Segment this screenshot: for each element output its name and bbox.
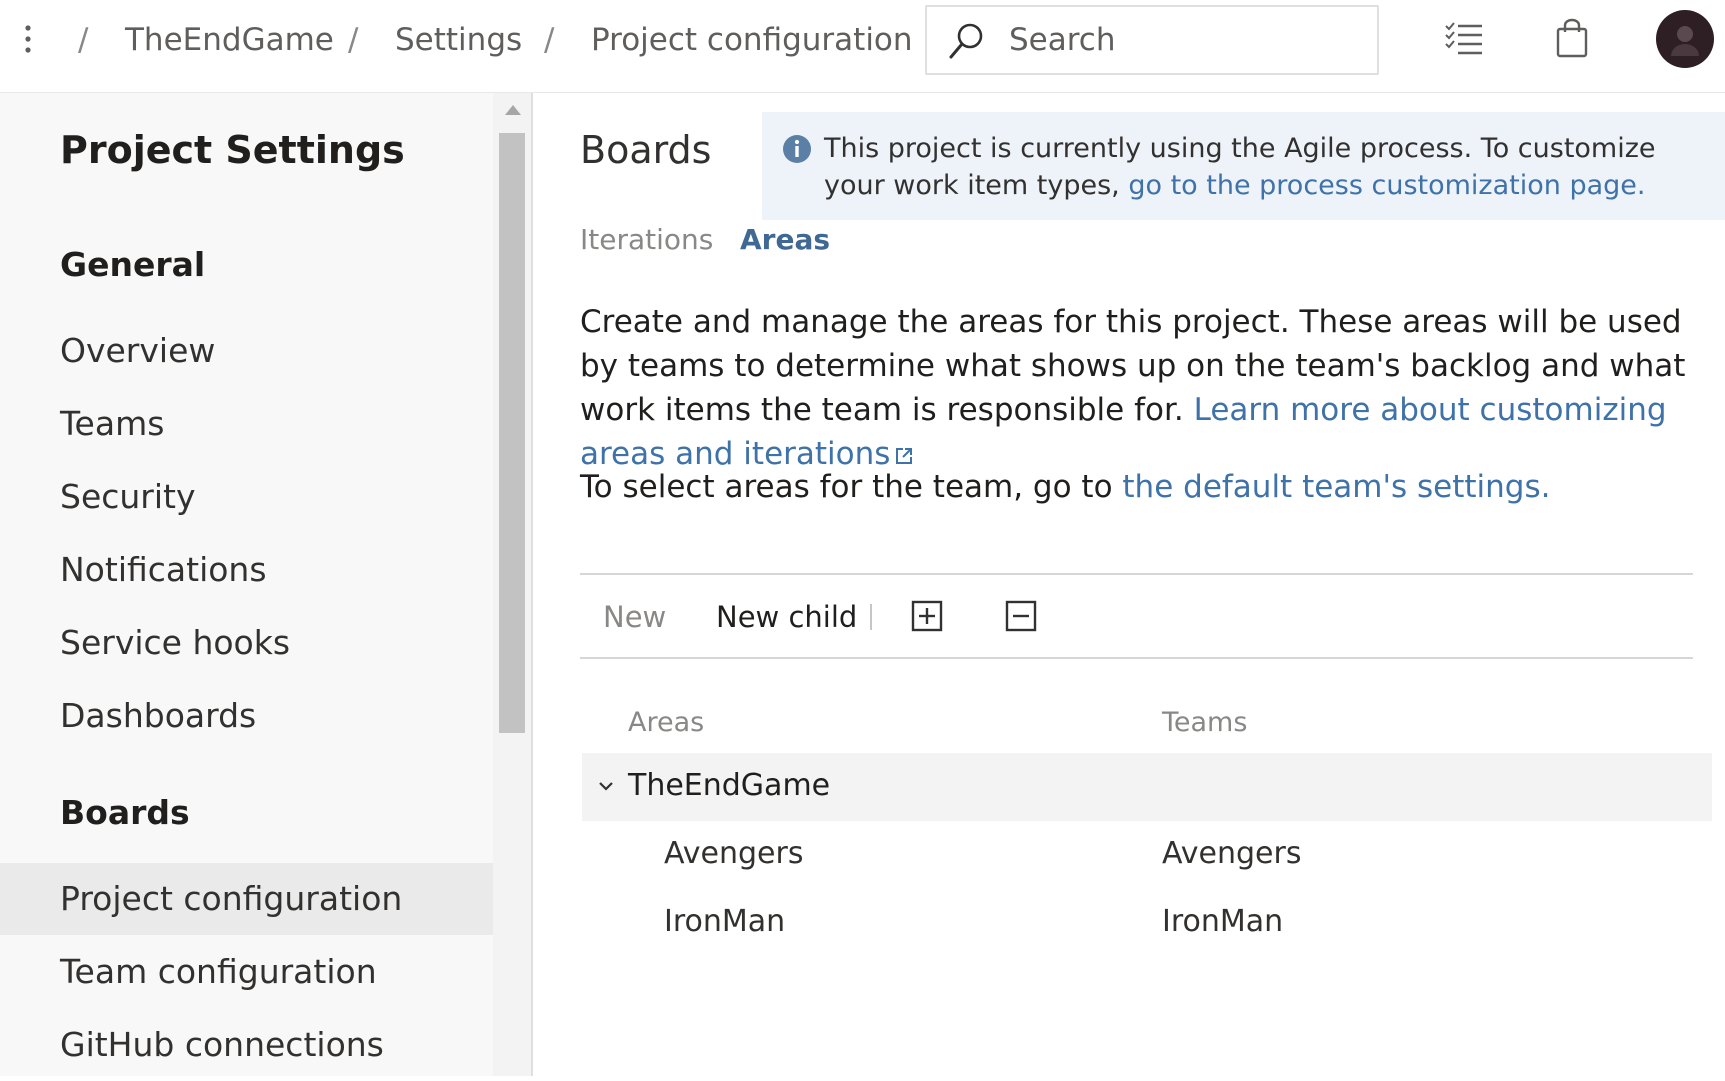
areas-description: Create and manage the areas for this pro… [580, 300, 1710, 476]
search-box[interactable] [925, 5, 1379, 75]
table-row-root[interactable]: TheEndGame [582, 753, 1712, 821]
team-name: IronMan [1162, 904, 1284, 939]
top-bar: / TheEndGame / Settings / Project config… [0, 0, 1725, 93]
new-button[interactable]: New [603, 600, 666, 634]
collapse-all-icon[interactable] [1005, 600, 1037, 632]
expand-all-icon[interactable] [911, 600, 943, 632]
process-customization-link[interactable]: go to the process customization page. [1128, 170, 1645, 201]
page-title: Boards [580, 128, 712, 172]
shopping-bag-icon[interactable] [1555, 18, 1589, 58]
breadcrumb-settings[interactable]: Settings [395, 22, 522, 58]
sidebar-item-team-configuration[interactable]: Team configuration [0, 936, 493, 1008]
info-banner-message: This project is currently using the Agil… [824, 130, 1704, 204]
external-link-icon [894, 446, 914, 466]
toolbar-separator [870, 604, 872, 630]
area-name: Avengers [664, 836, 804, 871]
column-header-areas[interactable]: Areas [628, 707, 704, 738]
sidebar: Project Settings General Overview Teams … [0, 93, 493, 1076]
breadcrumb-project[interactable]: TheEndGame [125, 22, 334, 58]
info-icon [782, 134, 812, 164]
more-icon[interactable] [18, 20, 38, 60]
breadcrumb-separator: / [544, 22, 555, 58]
sidebar-item-dashboards[interactable]: Dashboards [0, 680, 493, 752]
table-row[interactable]: Avengers Avengers [582, 821, 1712, 889]
avatar[interactable] [1656, 10, 1714, 68]
breadcrumb-current-page[interactable]: Project configuration [591, 22, 913, 58]
tab-areas[interactable]: Areas [740, 223, 830, 256]
sidebar-scrollbar[interactable] [493, 93, 533, 1076]
divider [580, 657, 1693, 659]
divider [580, 573, 1693, 575]
task-list-icon[interactable] [1444, 20, 1484, 56]
team-name: Avengers [1162, 836, 1302, 871]
column-header-teams[interactable]: Teams [1162, 707, 1247, 738]
breadcrumb-separator: / [78, 22, 89, 58]
new-child-button[interactable]: New child [716, 600, 857, 634]
sidebar-item-project-configuration[interactable]: Project configuration [0, 863, 493, 935]
sidebar-title: Project Settings [60, 128, 405, 172]
sidebar-item-notifications[interactable]: Notifications [0, 534, 493, 606]
chevron-down-icon[interactable] [598, 780, 614, 792]
search-icon [947, 21, 987, 61]
sidebar-item-github-connections[interactable]: GitHub connections [0, 1009, 493, 1081]
sidebar-item-overview[interactable]: Overview [0, 315, 493, 387]
tab-iterations[interactable]: Iterations [580, 223, 713, 256]
area-name: IronMan [664, 904, 786, 939]
scroll-up-arrow-icon[interactable] [505, 105, 521, 115]
search-input[interactable] [1009, 19, 1349, 61]
sidebar-item-security[interactable]: Security [0, 461, 493, 533]
sidebar-section-boards: Boards [60, 793, 190, 832]
sidebar-section-general: General [60, 245, 206, 284]
table-row[interactable]: IronMan IronMan [582, 889, 1712, 957]
sidebar-item-service-hooks[interactable]: Service hooks [0, 607, 493, 679]
default-team-settings-link[interactable]: the default team's settings. [1122, 469, 1550, 505]
select-areas-hint-text: To select areas for the team, go to [580, 469, 1123, 505]
area-name: TheEndGame [628, 768, 831, 803]
info-banner: This project is currently using the Agil… [762, 112, 1725, 220]
breadcrumb-separator: / [348, 22, 359, 58]
select-areas-hint: To select areas for the team, go to the … [580, 465, 1710, 509]
scroll-thumb[interactable] [499, 133, 525, 733]
sidebar-item-teams[interactable]: Teams [0, 388, 493, 460]
